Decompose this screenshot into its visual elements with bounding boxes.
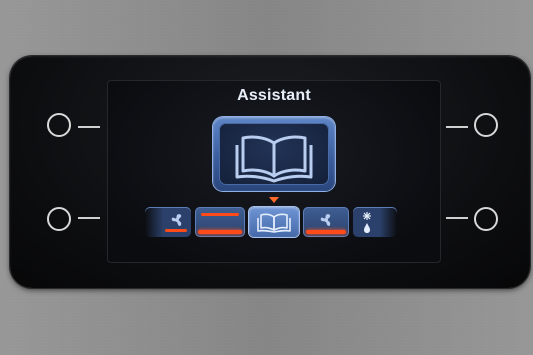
fan-icon	[165, 214, 187, 232]
mode-defrost[interactable]	[353, 207, 397, 237]
mode-heating-bar[interactable]	[195, 207, 245, 237]
selected-mode-tile[interactable]	[213, 117, 335, 191]
defrost-icon	[363, 212, 371, 233]
mode-assistant-selected[interactable]	[249, 207, 299, 237]
open-book-icon	[257, 213, 291, 233]
right-bottom-knob-line	[446, 217, 468, 219]
selection-marker	[269, 197, 279, 203]
left-bottom-knob-line	[78, 217, 100, 219]
left-top-knob[interactable]	[47, 113, 71, 137]
left-bottom-knob[interactable]	[47, 207, 71, 231]
right-top-knob[interactable]	[474, 113, 498, 137]
open-book-icon	[235, 135, 313, 183]
fan-icon	[320, 214, 331, 226]
lcd-screen: Assistant	[107, 80, 441, 263]
mode-fan-left[interactable]	[145, 207, 191, 237]
heating-bar-icon	[201, 213, 239, 216]
mode-fan-right[interactable]	[303, 207, 349, 237]
right-top-knob-line	[446, 126, 468, 128]
screen-title: Assistant	[237, 87, 311, 104]
left-top-knob-line	[78, 126, 100, 128]
right-bottom-knob[interactable]	[474, 207, 498, 231]
